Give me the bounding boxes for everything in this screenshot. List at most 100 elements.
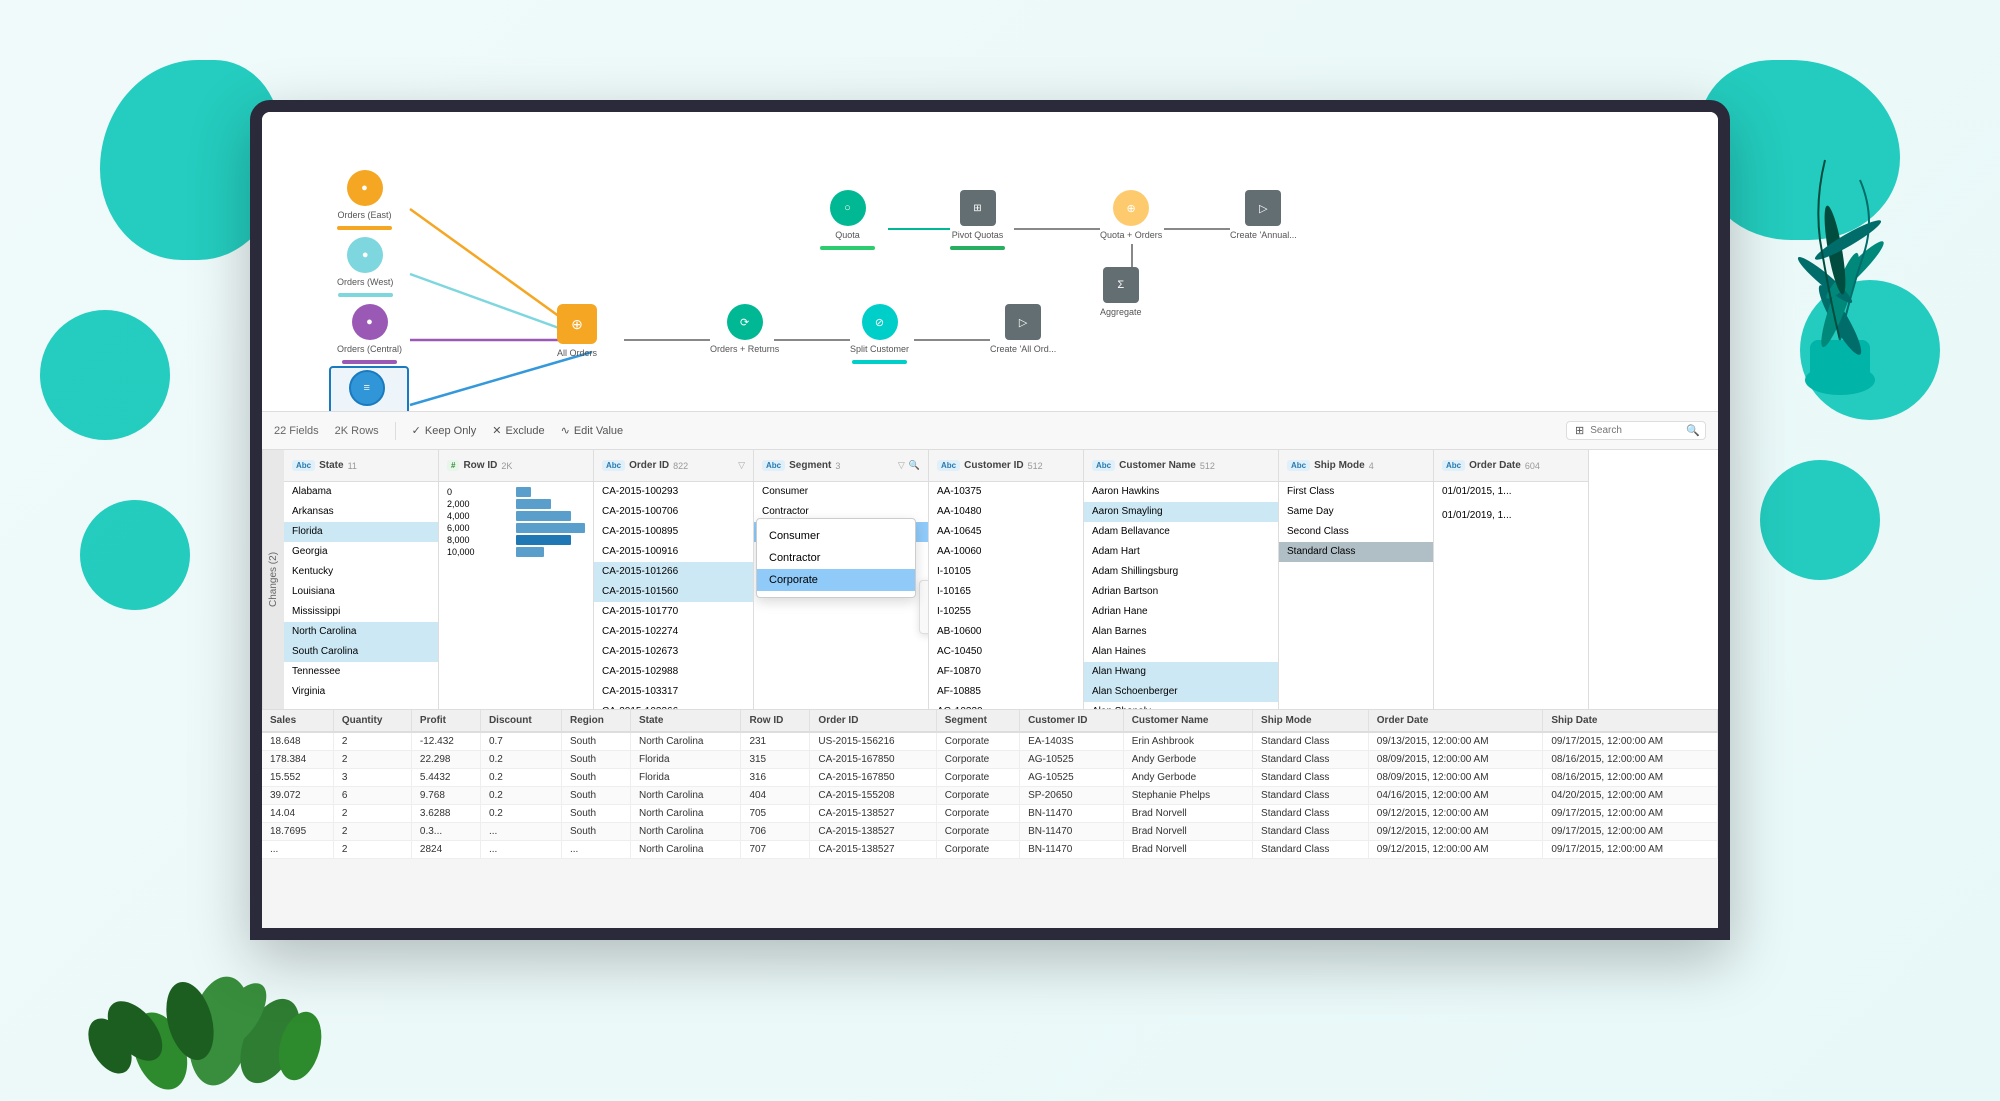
edit-value-button[interactable]: ∿ Edit Value — [561, 424, 624, 437]
list-item[interactable]: CA-2015-103366 — [594, 702, 753, 709]
list-item[interactable]: AC-10450 — [929, 642, 1083, 662]
col-header-sales: Sales — [262, 710, 333, 732]
list-item[interactable]: CA-2015-100293 — [594, 482, 753, 502]
list-item[interactable]: CA-2015-101266 — [594, 562, 753, 582]
column-header-ship-mode: Abc Ship Mode 4 — [1279, 450, 1433, 482]
col-header-discount: Discount — [480, 710, 561, 732]
list-item[interactable]: Alan Haines — [1084, 642, 1278, 662]
col-header-order-id: Order ID — [810, 710, 936, 732]
table-row[interactable]: 39.07269.7680.2SouthNorth Carolina404CA-… — [262, 787, 1718, 805]
list-item[interactable]: Adam Shillingsburg — [1084, 562, 1278, 582]
table-cell: North Carolina — [630, 787, 740, 805]
list-item[interactable]: AF-10870 — [929, 662, 1083, 682]
list-item[interactable]: CA-2015-102673 — [594, 642, 753, 662]
list-item[interactable]: CA-2015-102274 — [594, 622, 753, 642]
table-cell: CA-2015-155208 — [810, 787, 936, 805]
table-cell: 09/12/2015, 12:00:00 AM — [1368, 841, 1543, 859]
list-item[interactable]: First Class — [1279, 482, 1433, 502]
table-cell: Andy Gerbode — [1123, 751, 1252, 769]
list-item[interactable]: Aaron Smayling — [1084, 502, 1278, 522]
node-orders-west: ● Orders (West) — [337, 237, 393, 297]
list-item[interactable]: Alan Hwang — [1084, 662, 1278, 682]
list-item[interactable]: AA-10375 — [929, 482, 1083, 502]
table-cell: 08/09/2015, 12:00:00 AM — [1368, 769, 1543, 787]
table-row[interactable]: 18.6482-12.4320.7SouthNorth Carolina231U… — [262, 732, 1718, 751]
list-item[interactable]: I-10255 — [929, 602, 1083, 622]
col-header-segment: Segment — [936, 710, 1019, 732]
list-item[interactable]: 01/01/2019, 1... — [1434, 506, 1588, 526]
list-item[interactable]: Mississippi — [284, 602, 438, 622]
exclude-button[interactable]: ✕ Exclude — [492, 424, 544, 437]
list-item[interactable]: 01/01/2015, 1... — [1434, 482, 1588, 502]
list-item[interactable]: AF-10885 — [929, 682, 1083, 702]
dropdown-item-consumer[interactable]: Consumer — [757, 525, 915, 547]
list-item[interactable]: Adrian Hane — [1084, 602, 1278, 622]
list-item[interactable]: CA-2015-101560 — [594, 582, 753, 602]
table-cell: 6 — [333, 787, 411, 805]
table-cell: Standard Class — [1253, 751, 1369, 769]
list-item[interactable]: Second Class — [1279, 522, 1433, 542]
list-item[interactable]: Virginia — [284, 682, 438, 702]
table-cell: Standard Class — [1253, 732, 1369, 751]
list-item[interactable]: Florida — [284, 522, 438, 542]
table-cell: Brad Norvell — [1123, 823, 1252, 841]
list-item[interactable]: AA-10480 — [929, 502, 1083, 522]
list-item[interactable]: AG-10330 — [929, 702, 1083, 709]
table-row[interactable]: ...22824......North Carolina707CA-2015-1… — [262, 841, 1718, 859]
table-wrapper[interactable]: Sales Quantity Profit Discount Region St… — [262, 710, 1718, 859]
list-item[interactable]: AA-10060 — [929, 542, 1083, 562]
column-segment: Abc Segment 3 ▽ 🔍 Consumer Contractor Co… — [754, 450, 929, 709]
list-item[interactable]: Georgia — [284, 542, 438, 562]
table-row[interactable]: 18.769520.3......SouthNorth Carolina706C… — [262, 823, 1718, 841]
list-item[interactable]: CA-2015-103317 — [594, 682, 753, 702]
table-row[interactable]: 15.55235.44320.2SouthFlorida316CA-2015-1… — [262, 769, 1718, 787]
keep-only-button[interactable]: ✓ Keep Only — [412, 424, 477, 437]
list-item[interactable]: CA-2015-102988 — [594, 662, 753, 682]
list-item[interactable]: Alan Barnes — [1084, 622, 1278, 642]
list-item[interactable]: Louisiana — [284, 582, 438, 602]
list-item[interactable]: Consumer — [754, 482, 928, 502]
table-cell: Andy Gerbode — [1123, 769, 1252, 787]
table-cell: Corporate — [936, 805, 1019, 823]
list-item[interactable]: Same Day — [1279, 502, 1433, 522]
bar-item: 10,000 — [443, 546, 589, 558]
list-item[interactable]: Alabama — [284, 482, 438, 502]
table-cell: 22.298 — [411, 751, 480, 769]
dropdown-item-corporate[interactable]: Corporate — [757, 569, 915, 591]
table-row[interactable]: 14.0423.62880.2SouthNorth Carolina705CA-… — [262, 805, 1718, 823]
list-item[interactable]: CA-2015-100895 — [594, 522, 753, 542]
search-input[interactable] — [1590, 425, 1680, 436]
list-item[interactable]: Adam Bellavance — [1084, 522, 1278, 542]
table-row[interactable]: 178.384222.2980.2SouthFlorida315CA-2015-… — [262, 751, 1718, 769]
list-item[interactable]: South Carolina — [284, 642, 438, 662]
col-header-quantity: Quantity — [333, 710, 411, 732]
list-item[interactable]: I-10105 — [929, 562, 1083, 582]
dropdown-item-contractor[interactable]: Contractor — [757, 547, 915, 569]
col-header-customer-id: Customer ID — [1020, 710, 1124, 732]
list-item[interactable]: CA-2015-100916 — [594, 542, 753, 562]
list-item[interactable]: North Carolina — [284, 622, 438, 642]
list-item[interactable]: Alan Shonely — [1084, 702, 1278, 709]
table-cell: ... — [480, 823, 561, 841]
list-item[interactable]: Aaron Hawkins — [1084, 482, 1278, 502]
search-box[interactable]: ⊞ 🔍 — [1566, 421, 1706, 440]
column-header-state: Abc State 11 — [284, 450, 438, 482]
list-item[interactable]: Arkansas — [284, 502, 438, 522]
list-item[interactable]: Adrian Bartson — [1084, 582, 1278, 602]
list-item[interactable]: AA-10645 — [929, 522, 1083, 542]
list-item[interactable]: Adam Hart — [1084, 542, 1278, 562]
table-cell: Brad Norvell — [1123, 841, 1252, 859]
list-item[interactable]: CA-2015-100706 — [594, 502, 753, 522]
col-header-ship-date: Ship Date — [1543, 710, 1718, 732]
list-item[interactable]: I-10165 — [929, 582, 1083, 602]
table-cell: CA-2015-138527 — [810, 841, 936, 859]
list-item[interactable]: CA-2015-101770 — [594, 602, 753, 622]
list-item[interactable]: Kentucky — [284, 562, 438, 582]
table-cell: 0.2 — [480, 751, 561, 769]
list-item[interactable]: AB-10600 — [929, 622, 1083, 642]
list-item[interactable]: Standard Class — [1279, 542, 1433, 562]
list-item[interactable]: Alan Schoenberger — [1084, 682, 1278, 702]
table-cell: 705 — [741, 805, 810, 823]
list-item[interactable]: Tennessee — [284, 662, 438, 682]
table-cell: 18.648 — [262, 732, 333, 751]
